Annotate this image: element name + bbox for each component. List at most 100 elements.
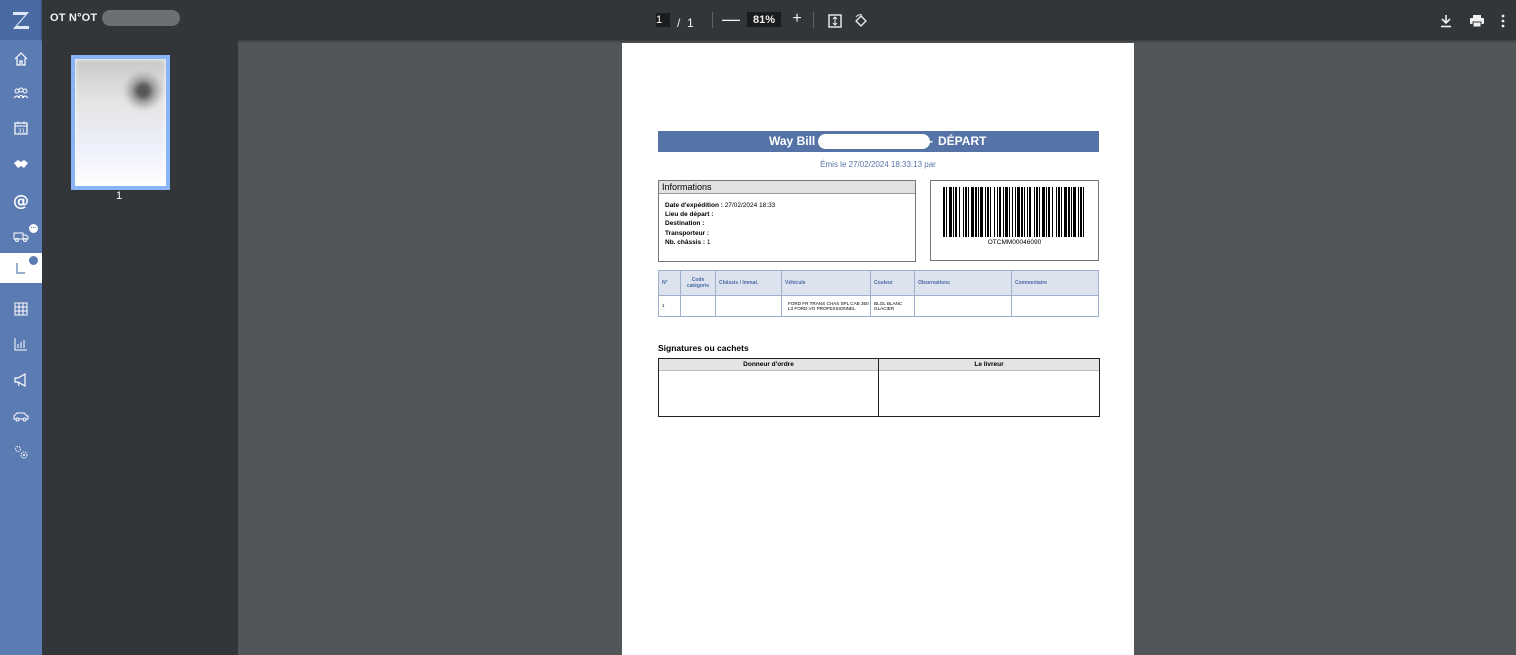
column-header: Observations xyxy=(914,270,1012,296)
barcode-bar xyxy=(994,187,995,237)
page-total: 1 xyxy=(687,16,694,30)
destination-label: Destination : xyxy=(665,220,705,228)
table-cell xyxy=(914,295,1012,317)
barcode-bar xyxy=(1015,187,1016,237)
toolbar-divider xyxy=(712,12,713,28)
barcode-bar xyxy=(1003,187,1004,237)
issued-date: Émis le 27/02/2024 18:33:13 par xyxy=(820,160,936,169)
barcode-bar xyxy=(978,187,979,237)
document-title: OT N°OT xyxy=(50,12,98,24)
table-cell: 1 xyxy=(658,295,681,317)
zoom-input[interactable]: 81% xyxy=(747,12,781,27)
notification-badge xyxy=(28,223,39,234)
fit-page-icon xyxy=(828,14,842,28)
column-header: N° xyxy=(658,270,681,296)
information-body: Date d'expédition : 27/02/2024 18:33 Lie… xyxy=(659,194,915,247)
people-icon[interactable] xyxy=(0,78,42,108)
table-cell xyxy=(1011,295,1099,317)
barcode-bar xyxy=(999,187,1001,237)
barcode-bar xyxy=(1012,187,1013,237)
chassis-count-line: Nb. châssis : 1 xyxy=(665,238,915,247)
car-icon[interactable] xyxy=(0,401,42,431)
shipping-date-label: Date d'expédition : xyxy=(665,202,723,209)
zoom-in-button[interactable]: + xyxy=(788,9,806,29)
settings-icon[interactable] xyxy=(0,437,42,467)
barcode-bar xyxy=(1036,187,1038,237)
barcode-bar xyxy=(965,187,967,237)
barcode-bar xyxy=(959,187,960,237)
barcode-bar xyxy=(1073,187,1076,237)
barcode-text: OTCMM00046090 xyxy=(987,239,1042,246)
chassis-count-value: 1 xyxy=(705,238,711,246)
waybill-dash: - xyxy=(929,134,933,148)
barcode-bar xyxy=(1058,187,1060,237)
column-header: Commentaire xyxy=(1011,270,1099,296)
home-icon[interactable] xyxy=(0,44,42,74)
barcode-bar xyxy=(1068,187,1070,237)
carrier-label: Transporteur : xyxy=(665,229,710,237)
barcode-bar xyxy=(997,187,998,237)
waybill-header: Way Bill - DÉPART xyxy=(658,131,1099,152)
document-icon[interactable] xyxy=(0,253,42,283)
page-number-input[interactable]: 1 xyxy=(656,13,670,27)
barcode-bar xyxy=(1048,187,1050,237)
barcode-bar xyxy=(1009,187,1010,237)
download-icon xyxy=(1441,15,1451,28)
at-icon[interactable]: @ xyxy=(0,185,42,215)
barcode-bar xyxy=(963,187,964,237)
toolbar-divider xyxy=(813,12,814,28)
barcode-bar xyxy=(1017,187,1020,237)
table-cell: BLGL BLANC GLACIER xyxy=(870,295,915,317)
barcode-bar xyxy=(980,187,983,237)
thumbnail-page-number: 1 xyxy=(115,190,123,202)
page-thumbnail[interactable] xyxy=(71,55,170,190)
barcode-image xyxy=(943,187,1084,237)
barcode-bar xyxy=(968,187,969,237)
app-sidebar: 31 @ xyxy=(0,0,42,655)
table-cell xyxy=(715,295,782,317)
column-header: Châssis / Immat. xyxy=(715,270,782,296)
signatures-title: Signatures ou cachets xyxy=(658,343,749,353)
column-header: Couleur xyxy=(870,270,915,296)
column-header: Véhicule xyxy=(781,270,871,296)
shipping-date-line: Date d'expédition : 27/02/2024 18:33 xyxy=(665,201,915,210)
barcode-bar xyxy=(1034,187,1035,237)
truck-icon[interactable] xyxy=(0,221,42,251)
barcode-bar xyxy=(1039,187,1040,237)
barcode-bar xyxy=(1042,187,1045,237)
print-button[interactable] xyxy=(1467,11,1487,31)
more-options-button[interactable] xyxy=(1497,11,1509,31)
barcode-bar xyxy=(1046,187,1047,237)
app-logo[interactable] xyxy=(0,0,42,40)
barcode-bar xyxy=(971,187,974,237)
column-header: Code catégorie xyxy=(680,270,716,296)
waybill-title: Way Bill xyxy=(769,134,816,148)
vehicle-table: N° Code catégorie Châssis / Immat. Véhic… xyxy=(658,270,1099,317)
zoom-out-button[interactable]: — xyxy=(722,9,740,29)
barcode-bar xyxy=(1083,187,1084,237)
signature-box-client: Donneur d'ordre xyxy=(659,359,879,416)
redacted-title xyxy=(102,10,180,26)
table-icon[interactable] xyxy=(0,294,42,324)
print-icon xyxy=(1470,15,1484,28)
calendar-icon[interactable]: 31 xyxy=(0,113,42,143)
svg-text:31: 31 xyxy=(18,129,25,135)
barcode-bar xyxy=(1078,187,1079,237)
fit-page-button[interactable] xyxy=(826,11,844,31)
barcode-bar xyxy=(985,187,986,237)
handshake-icon[interactable] xyxy=(0,149,42,179)
information-box: Informations Date d'expédition : 27/02/2… xyxy=(658,180,916,262)
chart-icon[interactable] xyxy=(0,329,42,359)
thumbnail-preview xyxy=(75,59,166,186)
download-button[interactable] xyxy=(1437,11,1455,31)
waybill-type: DÉPART xyxy=(938,134,987,148)
shipping-date-value: 27/02/2024 18:33 xyxy=(722,202,776,209)
viewer-toolbar: OT N°OT 1 / 1 — 81% + xyxy=(42,0,1516,40)
signatures-table: Donneur d'ordre Le livreur xyxy=(658,358,1100,417)
table-header-row: N° Code catégorie Châssis / Immat. Véhic… xyxy=(658,270,1099,296)
z-logo-icon xyxy=(13,12,29,29)
barcode-bar xyxy=(1052,187,1053,237)
table-cell xyxy=(680,295,716,317)
rotate-button[interactable] xyxy=(852,11,870,31)
megaphone-icon[interactable] xyxy=(0,365,42,395)
